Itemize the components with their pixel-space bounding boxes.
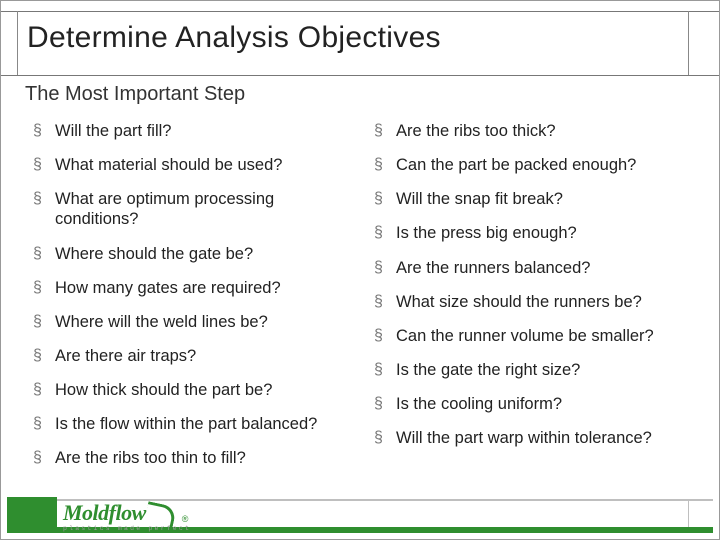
list-item: Are the ribs too thick? xyxy=(374,121,699,141)
list-item: Will the part fill? xyxy=(33,121,358,141)
content-columns: Will the part fill? What material should… xyxy=(33,121,699,482)
list-item: Is the gate the right size? xyxy=(374,360,699,380)
list-item: Can the part be packed enough? xyxy=(374,155,699,175)
list-item: Are the ribs too thin to fill? xyxy=(33,448,358,468)
list-item: Where should the gate be? xyxy=(33,244,358,264)
left-bullet-list: Will the part fill? What material should… xyxy=(33,121,358,468)
logo: Moldflow ® plastics made perfect xyxy=(63,502,191,533)
list-item: Is the cooling uniform? xyxy=(374,394,699,414)
list-item: Is the press big enough? xyxy=(374,223,699,243)
list-item: Can the runner volume be smaller? xyxy=(374,326,699,346)
rule-vertical-left xyxy=(17,11,18,75)
logo-text: Moldflow xyxy=(63,502,146,524)
logo-registered: ® xyxy=(182,515,189,524)
list-item: What are optimum processing conditions? xyxy=(33,189,358,229)
footer: Moldflow ® plastics made perfect xyxy=(1,489,719,539)
rule-under-title xyxy=(1,75,719,76)
list-item: Will the snap fit break? xyxy=(374,189,699,209)
right-column: Are the ribs too thick? Can the part be … xyxy=(374,121,699,482)
list-item: Is the flow within the part balanced? xyxy=(33,414,358,434)
page-title: Determine Analysis Objectives xyxy=(27,21,441,55)
list-item: Are the runners balanced? xyxy=(374,258,699,278)
left-column: Will the part fill? What material should… xyxy=(33,121,358,482)
list-item: Are there air traps? xyxy=(33,346,358,366)
right-bullet-list: Are the ribs too thick? Can the part be … xyxy=(374,121,699,448)
slide: Determine Analysis Objectives The Most I… xyxy=(0,0,720,540)
logo-swoosh-icon xyxy=(148,502,182,524)
list-item: What size should the runners be? xyxy=(374,292,699,312)
list-item: What material should be used? xyxy=(33,155,358,175)
list-item: Will the part warp within tolerance? xyxy=(374,428,699,448)
rule-top xyxy=(1,11,719,12)
rule-vertical-right xyxy=(688,11,689,75)
logo-wordmark: Moldflow ® xyxy=(63,502,191,524)
list-item: How thick should the part be? xyxy=(33,380,358,400)
list-item: How many gates are required? xyxy=(33,278,358,298)
list-item: Where will the weld lines be? xyxy=(33,312,358,332)
page-subtitle: The Most Important Step xyxy=(25,83,245,106)
